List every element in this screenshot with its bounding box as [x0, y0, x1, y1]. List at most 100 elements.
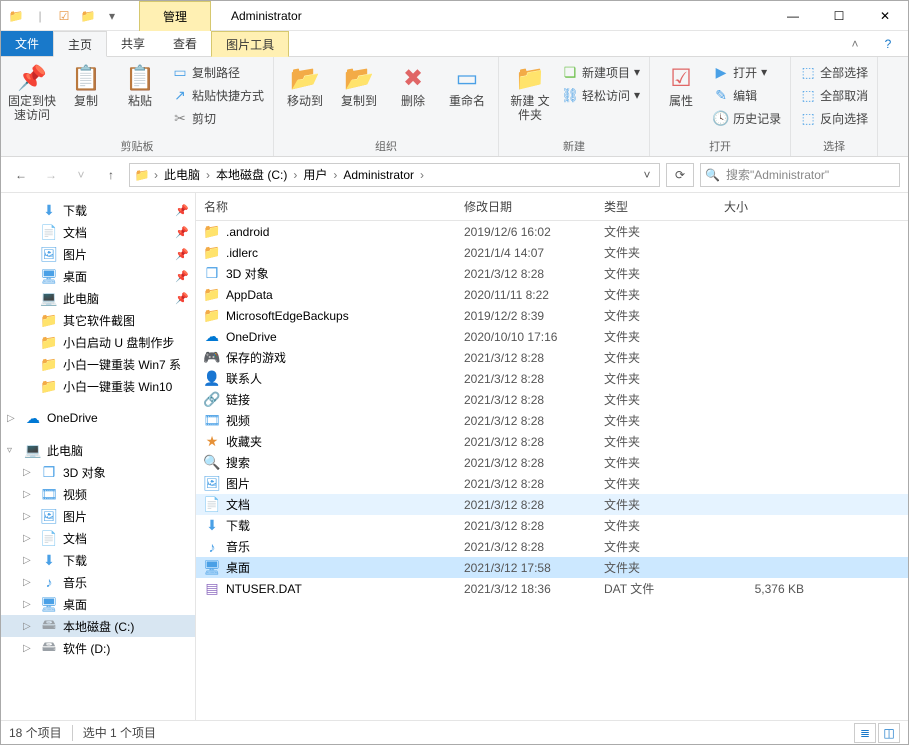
file-row[interactable]: ❒3D 对象2021/3/12 8:28文件夹	[196, 263, 908, 284]
select-all-button[interactable]: ⬚全部选择	[797, 61, 871, 83]
breadcrumb-item[interactable]: 此电脑	[160, 166, 204, 183]
expander-icon[interactable]: ▿	[7, 445, 12, 456]
invert-selection-button[interactable]: ⬚反向选择	[797, 107, 871, 129]
column-date[interactable]: 修改日期	[456, 198, 596, 215]
tree-item[interactable]: ▷🖼图片	[1, 505, 195, 527]
qat-check-icon[interactable]: ☑	[53, 5, 75, 27]
icons-view-button[interactable]: ◫	[878, 723, 900, 743]
tree-item[interactable]: ▷⬇下载	[1, 549, 195, 571]
breadcrumb-dropdown[interactable]: ˅	[637, 168, 657, 182]
chevron-right-icon[interactable]: ›	[291, 168, 299, 182]
expander-icon[interactable]: ▷	[23, 511, 31, 522]
help-button[interactable]: ?	[868, 31, 908, 56]
delete-button[interactable]: ✖删除	[386, 59, 440, 111]
tree-item[interactable]: ▷♪音乐	[1, 571, 195, 593]
rename-button[interactable]: ▭重命名	[440, 59, 494, 111]
tree-item[interactable]: ▷🖴本地磁盘 (C:)	[1, 615, 195, 637]
refresh-button[interactable]: ⟳	[666, 163, 694, 187]
file-row[interactable]: 📁MicrosoftEdgeBackups2019/12/2 8:39文件夹	[196, 305, 908, 326]
qat-dropdown-icon[interactable]: ▾	[101, 5, 123, 27]
chevron-right-icon[interactable]: ›	[418, 168, 426, 182]
file-row[interactable]: ⬇下载2021/3/12 8:28文件夹	[196, 515, 908, 536]
expander-icon[interactable]: ▷	[23, 533, 31, 544]
copy-to-button[interactable]: 📂复制到	[332, 59, 386, 111]
expander-icon[interactable]: ▷	[23, 643, 31, 654]
breadcrumb[interactable]: 📁 › 此电脑 › 本地磁盘 (C:) › 用户 › Administrator…	[129, 163, 660, 187]
expander-icon[interactable]: ▷	[7, 413, 15, 424]
breadcrumb-item[interactable]: 本地磁盘 (C:)	[212, 166, 291, 183]
tree-item[interactable]: 📁小白启动 U 盘制作步	[1, 331, 195, 353]
tree-item[interactable]: 🖥桌面📌	[1, 265, 195, 287]
file-row[interactable]: 📄文档2021/3/12 8:28文件夹	[196, 494, 908, 515]
breadcrumb-item[interactable]: 用户	[299, 166, 331, 183]
tab-file[interactable]: 文件	[1, 31, 53, 56]
chevron-right-icon[interactable]: ›	[152, 168, 160, 182]
file-row[interactable]: 🔍搜索2021/3/12 8:28文件夹	[196, 452, 908, 473]
tab-home[interactable]: 主页	[53, 31, 107, 57]
tree-item[interactable]: ▷🎞视频	[1, 483, 195, 505]
tree-item[interactable]: ▷📄文档	[1, 527, 195, 549]
tree-item[interactable]: 🖼图片📌	[1, 243, 195, 265]
navigation-tree[interactable]: ⬇下载📌📄文档📌🖼图片📌🖥桌面📌💻此电脑📌📁其它软件截图📁小白启动 U 盘制作步…	[1, 193, 196, 720]
cut-button[interactable]: ✂剪切	[169, 107, 267, 129]
tree-item[interactable]: 📁其它软件截图	[1, 309, 195, 331]
search-input[interactable]: 🔍 搜索"Administrator"	[700, 163, 900, 187]
chevron-right-icon[interactable]: ›	[331, 168, 339, 182]
open-button[interactable]: ▶打开 ▾	[710, 61, 784, 83]
copy-button[interactable]: 📋复制	[59, 59, 113, 111]
file-row[interactable]: 🔗链接2021/3/12 8:28文件夹	[196, 389, 908, 410]
edit-button[interactable]: ✎编辑	[710, 84, 784, 106]
file-row[interactable]: 🖥桌面2021/3/12 17:58文件夹	[196, 557, 908, 578]
ribbon-collapse-button[interactable]: ˄	[842, 31, 868, 56]
file-row[interactable]: 👤联系人2021/3/12 8:28文件夹	[196, 368, 908, 389]
new-item-button[interactable]: ❏新建项目 ▾	[559, 61, 643, 83]
select-none-button[interactable]: ⬚全部取消	[797, 84, 871, 106]
tree-item[interactable]: ⬇下载📌	[1, 199, 195, 221]
nav-back-button[interactable]: ←	[9, 163, 33, 187]
file-row[interactable]: 🖼图片2021/3/12 8:28文件夹	[196, 473, 908, 494]
history-button[interactable]: 🕓历史记录	[710, 107, 784, 129]
expander-icon[interactable]: ▷	[23, 467, 31, 478]
chevron-right-icon[interactable]: ›	[204, 168, 212, 182]
tab-picture-tools[interactable]: 图片工具	[211, 31, 289, 57]
expander-icon[interactable]: ▷	[23, 621, 31, 632]
folder-icon[interactable]: 📁	[77, 5, 99, 27]
expander-icon[interactable]: ▷	[23, 599, 31, 610]
file-row[interactable]: 🎮保存的游戏2021/3/12 8:28文件夹	[196, 347, 908, 368]
close-button[interactable]: ✕	[862, 1, 908, 31]
tab-view[interactable]: 查看	[159, 31, 211, 56]
tree-item[interactable]: 📄文档📌	[1, 221, 195, 243]
tree-item[interactable]: ▷🖴软件 (D:)	[1, 637, 195, 659]
tree-item[interactable]: ▷🖥桌面	[1, 593, 195, 615]
pin-to-quick-access-button[interactable]: 📌固定到快 速访问	[5, 59, 59, 125]
file-row[interactable]: 📁.idlerc2021/1/4 14:07文件夹	[196, 242, 908, 263]
file-row[interactable]: ★收藏夹2021/3/12 8:28文件夹	[196, 431, 908, 452]
file-list[interactable]: 📁.android2019/12/6 16:02文件夹📁.idlerc2021/…	[196, 221, 908, 720]
nav-recent-dropdown[interactable]: ˅	[69, 163, 93, 187]
tree-item[interactable]: 📁小白一键重装 Win7 系	[1, 353, 195, 375]
tree-item[interactable]: ▷☁OneDrive	[1, 407, 195, 429]
tree-item[interactable]: 💻此电脑📌	[1, 287, 195, 309]
maximize-button[interactable]: ☐	[816, 1, 862, 31]
tree-item[interactable]: ▷❒3D 对象	[1, 461, 195, 483]
column-type[interactable]: 类型	[596, 198, 716, 215]
tree-item[interactable]: 📁小白一键重装 Win10	[1, 375, 195, 397]
nav-forward-button[interactable]: →	[39, 163, 63, 187]
expander-icon[interactable]: ▷	[23, 577, 31, 588]
column-name[interactable]: 名称	[196, 198, 456, 215]
file-row[interactable]: ☁OneDrive2020/10/10 17:16文件夹	[196, 326, 908, 347]
properties-button[interactable]: ☑属性	[654, 59, 708, 111]
file-row[interactable]: 🎞视频2021/3/12 8:28文件夹	[196, 410, 908, 431]
file-row[interactable]: ♪音乐2021/3/12 8:28文件夹	[196, 536, 908, 557]
file-row[interactable]: 📁.android2019/12/6 16:02文件夹	[196, 221, 908, 242]
new-folder-button[interactable]: 📁新建 文件夹	[503, 59, 557, 125]
paste-shortcut-button[interactable]: ↗粘贴快捷方式	[169, 84, 267, 106]
copy-path-button[interactable]: ▭复制路径	[169, 61, 267, 83]
expander-icon[interactable]: ▷	[23, 489, 31, 500]
folder-icon[interactable]: 📁	[5, 5, 27, 27]
nav-up-button[interactable]: ↑	[99, 163, 123, 187]
file-row[interactable]: ▤NTUSER.DAT2021/3/12 18:36DAT 文件5,376 KB	[196, 578, 908, 599]
tree-item[interactable]: ▿💻此电脑	[1, 439, 195, 461]
tab-share[interactable]: 共享	[107, 31, 159, 56]
breadcrumb-item[interactable]: Administrator	[339, 168, 418, 182]
